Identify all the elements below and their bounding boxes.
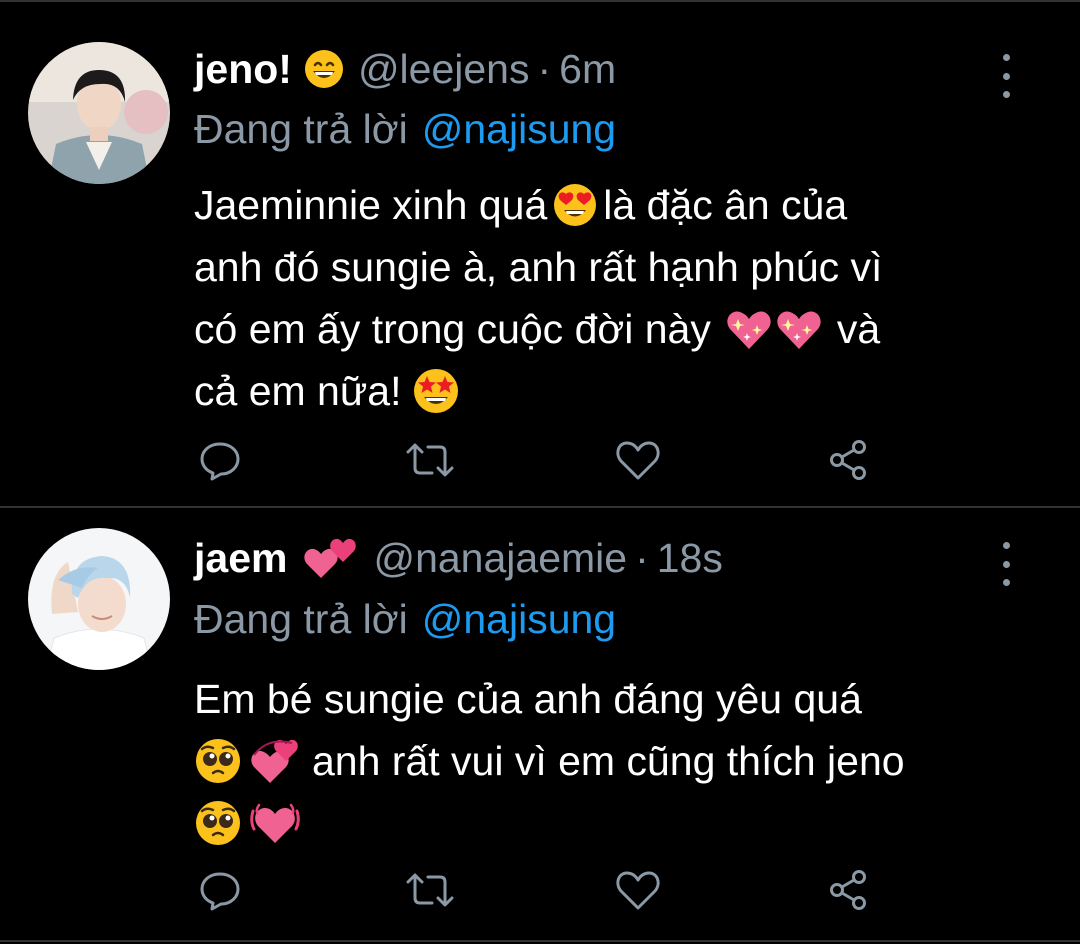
like-icon <box>616 871 660 910</box>
display-name[interactable]: jeno! <box>194 46 292 93</box>
avatar[interactable] <box>28 528 170 670</box>
tweet-text-line: cả em nữa! <box>194 360 1034 422</box>
tweet-text-line <box>194 792 1034 854</box>
grinning-face-emoji <box>304 49 344 89</box>
tweet-text-segment: Em bé sungie của anh đáng yêu quá <box>194 676 862 722</box>
tweet-text-line: Em bé sungie của anh đáng yêu quá <box>194 668 1034 730</box>
reply-button[interactable] <box>190 430 250 490</box>
tweet-text-segment: cả em nữa! <box>194 368 402 414</box>
tweet-text-segment: là đặc ân của <box>603 182 848 228</box>
reply-to-link[interactable]: @najisung <box>422 106 616 152</box>
tweet-text-segment: anh rất vui vì em cũng thích jeno <box>312 738 905 784</box>
retweet-icon <box>406 443 454 477</box>
separator-dot: · <box>537 45 552 92</box>
retweet-button[interactable] <box>400 430 460 490</box>
replying-to: Đang trả lời @najisung <box>194 106 616 153</box>
reply-prefix: Đang trả lời <box>194 596 408 642</box>
timestamp[interactable]: 18s <box>657 535 723 582</box>
pleading-face-emoji <box>194 799 242 847</box>
separator-dot: · <box>635 534 649 581</box>
tweet-item[interactable]: jaem @nanajaemie · 18s Đang trả lời @naji… <box>0 508 1080 938</box>
tweet-divider <box>0 940 1080 942</box>
tweet-actions <box>190 430 890 490</box>
tweet-actions <box>190 860 890 920</box>
sparkling-heart-emoji <box>775 307 823 351</box>
user-handle[interactable]: @leejens <box>358 46 530 93</box>
tweet-text-segment: và <box>836 306 881 352</box>
share-icon <box>830 440 866 480</box>
like-button[interactable] <box>608 860 668 920</box>
reply-icon <box>200 872 240 911</box>
pleading-face-emoji <box>194 737 242 785</box>
tweet-text-segment: có em ấy trong cuộc đời này <box>194 306 711 352</box>
replying-to: Đang trả lời @najisung <box>194 596 616 643</box>
reply-button[interactable] <box>190 860 250 920</box>
like-icon <box>616 441 660 480</box>
reply-prefix: Đang trả lời <box>194 106 408 152</box>
like-button[interactable] <box>608 430 668 490</box>
sparkling-heart-emoji <box>725 307 773 351</box>
tweet-text-line: Jaeminnie xinh quá là đặc ân của <box>194 174 1034 236</box>
reply-to-link[interactable]: @najisung <box>422 596 616 642</box>
retweet-button[interactable] <box>400 860 460 920</box>
revolving-hearts-emoji <box>248 737 300 785</box>
two-hearts-emoji <box>303 536 359 580</box>
display-name[interactable]: jaem <box>194 535 287 582</box>
tweet-item[interactable]: jeno! @leejens · 6m Đang trả lời @najisun… <box>0 2 1080 506</box>
more-options-icon[interactable] <box>992 542 1020 586</box>
timestamp[interactable]: 6m <box>559 46 616 93</box>
tweet-text-segment: Jaeminnie xinh quá <box>194 182 548 228</box>
tweet-header: jeno! @leejens · 6m <box>194 44 616 94</box>
tweet-text: Jaeminnie xinh quá là đặc ân của anh đó … <box>194 174 1034 422</box>
tweet-text-line: có em ấy trong cuộc đời này và <box>194 298 1034 360</box>
more-options-icon[interactable] <box>992 54 1020 98</box>
share-icon <box>830 870 866 910</box>
tweet-text-segment: anh đó sungie à, anh rất hạnh phúc vì <box>194 244 883 290</box>
user-handle[interactable]: @nanajaemie <box>373 535 627 582</box>
reply-icon <box>200 442 240 481</box>
star-struck-emoji <box>413 368 459 414</box>
avatar[interactable] <box>28 42 170 184</box>
tweet-text-line: anh rất vui vì em cũng thích jeno <box>194 730 1034 792</box>
tweet-text: Em bé sungie của anh đáng yêu quá anh rấ… <box>194 668 1034 854</box>
tweet-header: jaem @nanajaemie · 18s <box>194 533 723 583</box>
retweet-icon <box>406 873 454 907</box>
tweet-text-line: anh đó sungie à, anh rất hạnh phúc vì <box>194 236 1034 298</box>
heart-eyes-emoji <box>553 183 597 227</box>
beating-heart-emoji <box>248 799 302 847</box>
share-button[interactable] <box>818 430 878 490</box>
share-button[interactable] <box>818 860 878 920</box>
